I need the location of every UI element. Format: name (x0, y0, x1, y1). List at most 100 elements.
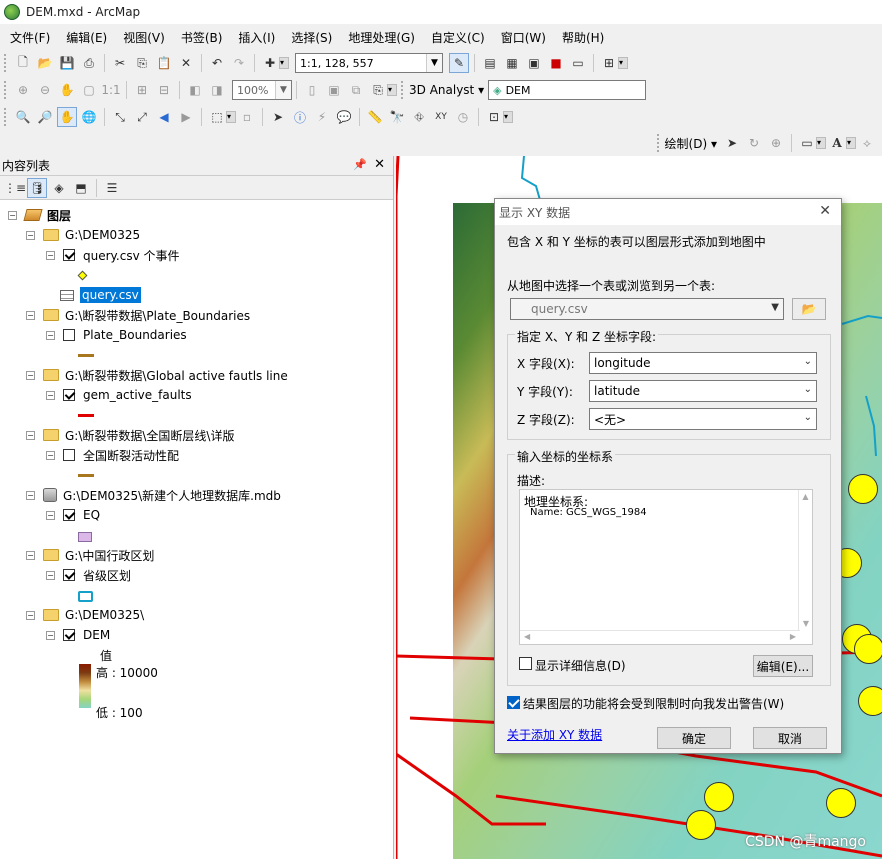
close-icon[interactable]: ✕ (374, 157, 385, 172)
collapse-icon[interactable]: − (46, 570, 55, 580)
select-elements-icon[interactable]: ➤ (722, 133, 742, 153)
show-details-checkbox[interactable] (519, 657, 532, 670)
toc-source-dem-folder[interactable]: − G:\DEM0325\ (26, 606, 144, 624)
full-extent-icon[interactable]: 🌐 (79, 107, 99, 127)
paste-icon[interactable]: 📋 (154, 53, 174, 73)
menu-file[interactable]: 文件(F) (10, 29, 50, 46)
zoom-to-elements-icon[interactable]: ⊕ (766, 133, 786, 153)
description-box[interactable]: 地理坐标系: Name: GCS_WGS_1984 ▲ ▼ ◀ ▶ (519, 489, 813, 645)
cut-icon[interactable]: ✂ (110, 53, 130, 73)
model-builder-icon[interactable]: ⊞ (599, 53, 619, 73)
zoom-whole-page-icon[interactable]: ▢ (79, 80, 99, 100)
collapse-icon[interactable]: − (46, 390, 55, 400)
pin-icon[interactable]: 📌 (353, 158, 367, 171)
toc-source-personal-gdb[interactable]: − G:\DEM0325\新建个人地理数据库.mdb (26, 486, 281, 504)
identify-icon[interactable]: ⓘ (290, 107, 310, 127)
toc-layer-plate-boundaries[interactable]: − Plate_Boundaries (46, 326, 187, 344)
collapse-icon[interactable]: − (26, 610, 35, 620)
list-by-visibility-icon[interactable]: ◈ (49, 178, 69, 198)
collapse-icon[interactable]: − (26, 490, 35, 500)
select-elements-icon[interactable]: ➤ (268, 107, 288, 127)
scroll-down-icon[interactable]: ▼ (799, 619, 813, 628)
list-by-drawing-order-icon[interactable]: ⋮≡ (4, 178, 26, 198)
fixed-zoom-out-icon[interactable]: ⤢ (132, 107, 152, 127)
chevron-down-icon[interactable]: ▼ (771, 302, 779, 313)
search-window-icon[interactable]: ▣ (524, 53, 544, 73)
focus-data-frame-icon[interactable]: ▣ (324, 80, 344, 100)
select-dropdown-icon[interactable]: ▾ (226, 111, 236, 123)
event-point[interactable] (826, 788, 856, 818)
toolbar-options-icon[interactable]: ▾ (503, 111, 513, 123)
x-field-select[interactable]: longitude ⌄ (589, 352, 817, 374)
scroll-up-icon[interactable]: ▲ (799, 492, 812, 501)
go-forward-icon[interactable]: ▶ (176, 107, 196, 127)
text-dropdown-icon[interactable]: ▾ (846, 137, 856, 149)
toolbar-options-icon[interactable]: ▾ (618, 57, 628, 69)
toolbar-grip[interactable] (4, 108, 8, 126)
change-layout-icon[interactable]: ⧉ (346, 80, 366, 100)
event-point[interactable] (858, 686, 882, 716)
zoom-in-page-icon[interactable]: ⊕ (13, 80, 33, 100)
collapse-icon[interactable]: − (26, 310, 35, 320)
collapse-icon[interactable]: − (46, 510, 55, 520)
edit-button[interactable]: 编辑(E)... (753, 655, 813, 677)
toolbar-options-icon[interactable]: ▾ (387, 84, 397, 96)
delete-icon[interactable]: ✕ (176, 53, 196, 73)
rotate-icon[interactable]: ↻ (744, 133, 764, 153)
toc-layer-query-events[interactable]: − query.csv 个事件 (46, 246, 180, 264)
z-field-select[interactable]: <无> ⌄ (589, 408, 817, 430)
toc-table-query-csv[interactable]: query.csv (60, 286, 141, 304)
layer-visibility-checkbox[interactable] (63, 389, 75, 401)
cancel-button[interactable]: 取消 (753, 727, 827, 749)
toc-layer-provinces[interactable]: − 省级区划 (46, 566, 131, 584)
vertical-scrollbar[interactable]: ▲ ▼ (798, 490, 812, 630)
toc-root[interactable]: − 图层 (8, 206, 71, 224)
toc-source-global-faults[interactable]: − G:\断裂带数据\Global active fautls line (26, 366, 288, 384)
zoom-out-icon[interactable]: 🔎 (35, 107, 55, 127)
horizontal-scrollbar[interactable]: ◀ ▶ (520, 630, 800, 644)
layer-visibility-checkbox[interactable] (63, 569, 75, 581)
menu-view[interactable]: 视图(V) (123, 29, 165, 46)
rectangle-icon[interactable]: ▭ (797, 133, 817, 153)
toc-options-icon[interactable]: ☰ (102, 178, 122, 198)
layer-visibility-checkbox[interactable] (63, 509, 75, 521)
open-icon[interactable]: 📂 (35, 53, 55, 73)
layer-visibility-checkbox[interactable] (63, 629, 75, 641)
layer-visibility-checkbox[interactable] (63, 249, 75, 261)
table-select[interactable]: query.csv ▼ (510, 298, 784, 320)
select-features-icon[interactable]: ⬚ (207, 107, 227, 127)
back-extent-page-icon[interactable]: ◧ (185, 80, 205, 100)
event-point[interactable] (848, 474, 878, 504)
copy-icon[interactable]: ⎘ (132, 53, 152, 73)
chevron-down-icon[interactable]: ▼ (275, 81, 291, 99)
collapse-icon[interactable]: − (46, 450, 55, 460)
toolbar-grip[interactable] (656, 134, 661, 152)
chevron-down-icon[interactable]: ▼ (426, 54, 442, 72)
editor-toolbar-icon[interactable]: ✎ (449, 53, 469, 73)
fixed-zoom-out-page-icon[interactable]: ⊟ (154, 80, 174, 100)
arctoolbox-icon[interactable]: ■ (546, 53, 566, 73)
find-icon[interactable]: 🔭 (387, 107, 407, 127)
zoom-in-icon[interactable]: 🔍 (13, 107, 33, 127)
chevron-down-icon[interactable]: ⌄ (804, 384, 812, 395)
layer-visibility-checkbox[interactable] (63, 449, 75, 461)
menu-window[interactable]: 窗口(W) (501, 29, 546, 46)
undo-icon[interactable]: ↶ (207, 53, 227, 73)
toolbar-grip[interactable] (4, 54, 8, 72)
layer-visibility-checkbox[interactable] (63, 329, 75, 341)
event-point[interactable] (686, 810, 716, 840)
browse-folder-button[interactable]: 📂 (792, 298, 826, 320)
measure-icon[interactable]: 📏 (365, 107, 385, 127)
zoom-out-page-icon[interactable]: ⊖ (35, 80, 55, 100)
menu-insert[interactable]: 插入(I) (238, 29, 275, 46)
time-slider-icon[interactable]: ◷ (453, 107, 473, 127)
map-scale-combo[interactable]: 1:1, 128, 557 ▼ (295, 53, 443, 73)
shape-dropdown-icon[interactable]: ▾ (816, 137, 826, 149)
toc-source-dem0325[interactable]: − G:\DEM0325 (26, 226, 140, 244)
pan-icon[interactable]: ✋ (57, 107, 77, 127)
fixed-zoom-in-page-icon[interactable]: ⊞ (132, 80, 152, 100)
toc-window-icon[interactable]: ▤ (480, 53, 500, 73)
3d-analyst-menu[interactable]: 3D Analyst ▾ (409, 83, 484, 97)
about-xy-data-link[interactable]: 关于添加 XY 数据 (507, 726, 602, 743)
draw-menu[interactable]: 绘制(D) ▾ (665, 135, 717, 152)
